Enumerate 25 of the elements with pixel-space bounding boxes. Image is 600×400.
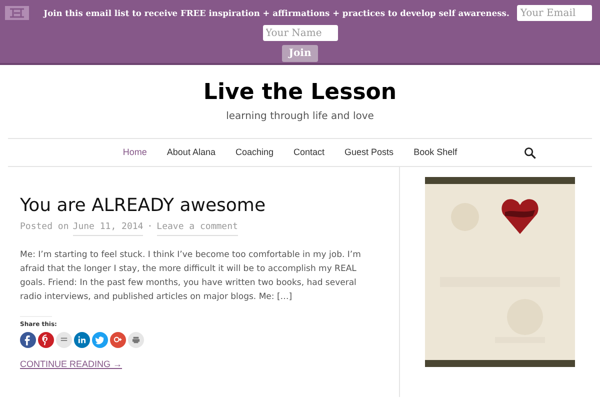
email-share-icon[interactable]: [56, 332, 72, 348]
nav-link[interactable]: Coaching: [235, 146, 274, 160]
separator-dot: ·: [147, 221, 153, 234]
twitter-share-icon[interactable]: [92, 332, 108, 348]
nav-link[interactable]: Contact: [294, 146, 325, 160]
signup-message: Join this email list to receive FREE inspiration + affirmations + practices to develop self awareness.: [44, 6, 510, 20]
print-share-icon[interactable]: [128, 332, 144, 348]
search-icon[interactable]: [524, 147, 536, 159]
site-tagline: learning through life and love: [226, 110, 374, 124]
name-field[interactable]: Your Name: [262, 25, 338, 41]
posted-on-label: Posted on: [20, 221, 69, 234]
linkedin-share-icon[interactable]: [74, 332, 90, 348]
pinterest-share-icon[interactable]: [38, 332, 54, 348]
post-title[interactable]: You are ALREADY awesome: [20, 195, 375, 217]
email-field[interactable]: Your Email: [517, 5, 592, 21]
nav-link[interactable]: Guest Posts: [344, 146, 394, 160]
continue-reading-link[interactable]: CONTINUE READING →: [20, 358, 122, 371]
nav-link[interactable]: Book Shelf: [414, 146, 458, 160]
site-title[interactable]: Live the Lesson: [203, 79, 397, 107]
form-icon: [5, 6, 29, 20]
facebook-share-icon[interactable]: [20, 332, 36, 348]
nav-link[interactable]: About Alana: [166, 146, 216, 160]
googleplus-share-icon[interactable]: [110, 332, 126, 348]
nav-link[interactable]: Home: [122, 146, 147, 160]
post-excerpt: Me: I’m starting to feel stuck. I think I’ve become too comfortable in my job. I’m afraid that the longer I stay, the more difficult it will be to accomplish my REAL goals. Friend: In the past few months, you have written two books, had several radio interviews, and published articles on major blogs. Me: […]: [20, 248, 362, 304]
